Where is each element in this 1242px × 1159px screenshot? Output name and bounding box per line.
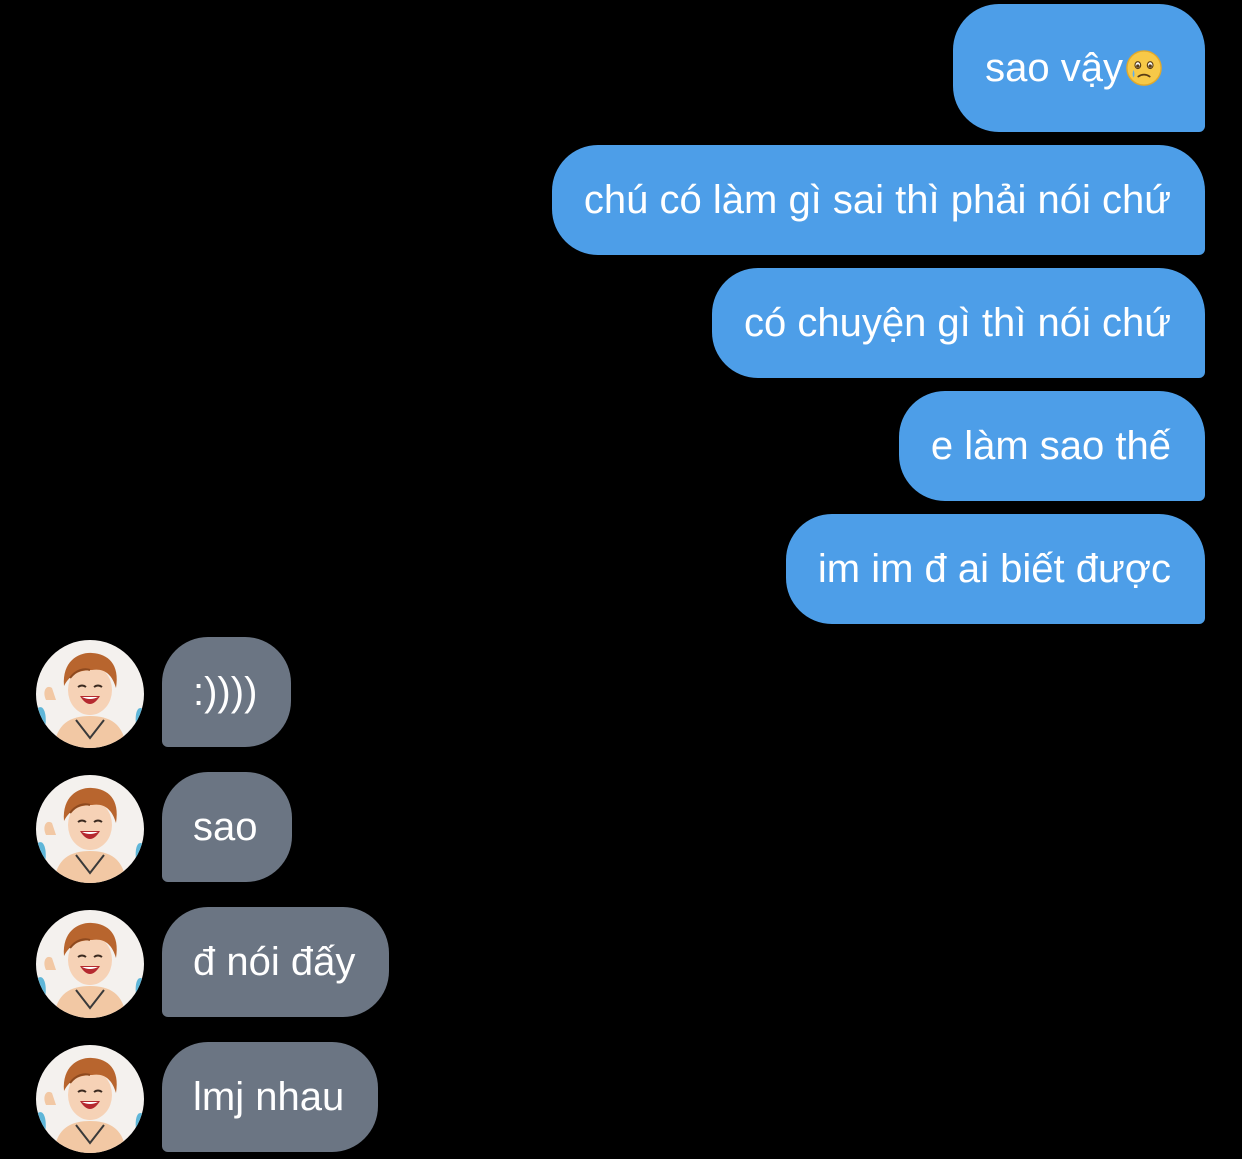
avatar-photo (36, 775, 144, 883)
incoming-message-bubble[interactable]: lmj nhau (162, 1042, 379, 1152)
message-text: lmj nhau (193, 1075, 345, 1119)
avatar[interactable] (36, 1045, 144, 1153)
avatar-photo (36, 910, 144, 1018)
incoming-message-bubble[interactable]: sao (162, 772, 292, 882)
outgoing-message-bubble[interactable]: chú có làm gì sai thì phải nói chứ (551, 145, 1205, 255)
face-holding-back-tears-icon (1126, 50, 1162, 86)
message-text: đ nói đấy (193, 940, 356, 984)
outgoing-message-bubble[interactable]: im im đ ai biết được (785, 514, 1205, 624)
incoming-message-bubble[interactable]: :)))) (162, 637, 292, 747)
message-text: sao vậy (985, 46, 1123, 90)
outgoing-message-bubble[interactable]: có chuyện gì thì nói chứ (711, 268, 1205, 378)
message-text: có chuyện gì thì nói chứ (743, 301, 1171, 345)
message-text: im im đ ai biết được (817, 547, 1171, 591)
outgoing-message-bubble[interactable]: sao vậy (953, 4, 1205, 132)
avatar[interactable] (36, 640, 144, 748)
avatar-photo (36, 640, 144, 748)
avatar[interactable] (36, 910, 144, 1018)
avatar-photo (36, 1045, 144, 1153)
message-text: :)))) (193, 670, 258, 714)
outgoing-message-bubble[interactable]: e làm sao thế (898, 391, 1205, 501)
message-text: sao (193, 805, 258, 849)
message-text: e làm sao thế (930, 424, 1171, 468)
incoming-message-bubble[interactable]: đ nói đấy (162, 907, 390, 1017)
message-text: chú có làm gì sai thì phải nói chứ (583, 178, 1171, 222)
avatar[interactable] (36, 775, 144, 883)
